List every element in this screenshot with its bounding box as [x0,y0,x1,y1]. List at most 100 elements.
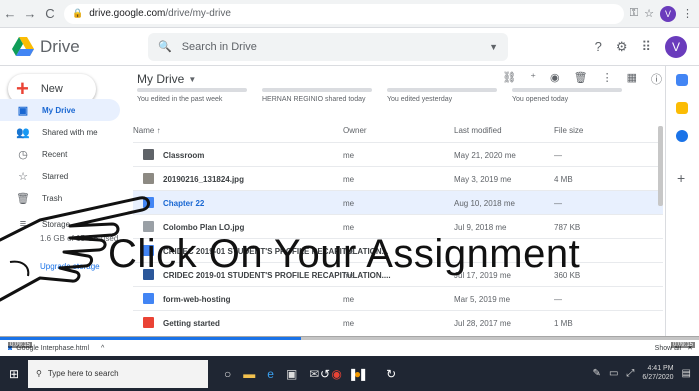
new-button-label: New [40,83,63,95]
info-icon[interactable]: ⓘ [651,71,662,87]
app-name: Drive [40,36,80,56]
reload-icon[interactable]: C [40,4,60,24]
quick-access-card[interactable]: You edited in the past week [137,88,247,106]
address-bar[interactable]: 🔒 drive.google.com /drive/my-drive [64,3,624,24]
file-owner: me [343,199,355,208]
tutorial-caption: Click On Your Assignment [108,232,581,276]
share-icon[interactable]: ⁺ [530,71,536,87]
bookmark-star-icon[interactable]: ☆ [644,7,654,20]
drive-header: Drive 🔍 Search in Drive ▼ ? ⚙ ⠿ V [0,28,699,66]
settings-icon[interactable]: ⚙ [616,39,628,55]
browser-toolbar: ← → C 🔒 drive.google.com /drive/my-drive… [0,0,699,28]
pen-icon[interactable]: ✎ [593,368,601,379]
quick-access-title-bar [137,88,247,92]
file-size: — [554,199,562,208]
lock-icon: 🔒 [72,8,84,18]
browser-menu-icon[interactable]: ⋮ [682,7,693,20]
sidebar-item-label: Shared with me [42,127,98,137]
file-owner: me [343,223,355,232]
taskbar-search-input[interactable]: ⚲ Type here to search [28,359,208,388]
add-addon-icon[interactable]: + [677,170,685,186]
sidebar-item-my-drive[interactable]: ▣ My Drive [0,99,120,121]
tasks-icon[interactable] [676,130,688,142]
forward-icon[interactable]: → [20,4,40,24]
size-column-header[interactable]: File size [554,126,583,135]
rewind-icon[interactable]: ↺ [320,367,330,381]
table-row[interactable]: 20190216_131824.jpg me May 3, 2019 me 4 MB [133,166,663,190]
search-placeholder: Search in Drive [181,40,257,53]
owner-column-header[interactable]: Owner [343,126,367,135]
scrollbar[interactable] [658,126,663,206]
quick-access-card[interactable]: You edited yesterday [387,88,497,106]
help-icon[interactable]: ? [595,39,602,54]
table-row[interactable]: form-web-hosting me Mar 5, 2019 me — [133,286,663,310]
search-input[interactable]: 🔍 Search in Drive ▼ [148,32,508,61]
clock-date: 6/27/2020 [642,373,674,381]
file-owner: me [343,151,355,160]
back-icon[interactable]: ← [0,4,20,24]
file-modified: May 3, 2019 me [454,175,512,184]
my-drive-icon: ▣ [17,104,29,117]
taskbar-search-placeholder: Type here to search [47,369,119,378]
store-icon[interactable]: ▣ [286,367,297,381]
pause-icon[interactable]: ❚❚ [348,367,368,381]
taskbar: ⊞ ⚲ Type here to search ○ ▬ e ▣ ✉ ◉ ● ↺ … [0,356,699,391]
captions-icon[interactable]: ▭ [609,368,618,379]
keep-icon[interactable] [676,102,688,114]
more-icon[interactable]: ⋮ [602,71,613,87]
name-column-header[interactable]: Name ↑ [133,126,161,135]
clock[interactable]: 4:41 PM 6/27/2020 [642,365,673,382]
task-view-icon[interactable]: ○ [224,367,231,381]
preview-icon[interactable]: ◉ [550,71,560,87]
mail-icon[interactable]: ✉ [309,367,319,381]
plus-icon: + [16,76,29,101]
drive-logo[interactable]: Drive [12,36,132,57]
quick-access-subtitle: You edited yesterday [387,96,453,103]
folder-icon [143,149,154,160]
downloads-bar: ◙ Google Interphase.html ^ Show all ✕ [0,340,699,356]
table-row[interactable]: Classroom me May 21, 2020 me — [133,142,663,166]
account-avatar[interactable]: V [665,35,687,58]
search-options-icon[interactable]: ▼ [489,42,498,52]
file-modified: Jul 9, 2018 me [454,223,507,232]
fullscreen-icon[interactable]: ⤢ [626,368,634,379]
key-icon[interactable]: ⚿ [630,7,638,20]
file-size: — [554,151,562,160]
apps-grid-icon[interactable]: ⠿ [641,39,651,55]
quick-access-subtitle: You edited in the past week [137,96,223,103]
file-owner: me [343,175,355,184]
delete-icon[interactable]: 🗑 [574,71,588,87]
quick-access-card[interactable]: You opened today [512,88,622,106]
table-row[interactable]: Chapter 22 me Aug 10, 2018 me — [133,190,663,214]
clock-time: 4:41 PM [647,365,674,373]
notification-icon[interactable]: ▤ [682,368,691,379]
quick-access-card[interactable]: HERNAN REGINIO shared today [262,88,372,106]
file-modified: May 21, 2020 me [454,151,516,160]
sidebar-item-recent[interactable]: ◷ Recent [0,143,125,165]
sidebar-item-label: Recent [42,149,68,159]
chevron-up-icon[interactable]: ^ [101,345,104,352]
forward-10-icon[interactable]: ↻ [386,367,396,381]
modified-column-header[interactable]: Last modified [454,126,502,135]
sidebar-item-shared-with-me[interactable]: 👥 Shared with me [0,121,125,143]
chevron-down-icon[interactable]: ▼ [188,75,196,84]
column-header: Name ↑ Owner Last modified File size [133,126,663,140]
browser-profile-avatar[interactable]: V [660,5,676,22]
search-icon: 🔍 [158,41,172,53]
file-size: 1 MB [554,319,573,328]
windows-start-icon[interactable]: ⊞ [0,356,28,391]
file-owner: me [343,295,355,304]
link-icon[interactable]: ⛓ [502,71,516,87]
calendar-icon[interactable] [676,74,688,86]
grid-view-icon[interactable]: ▦ [627,71,637,87]
file-size: 4 MB [554,175,573,184]
file-size: — [554,295,562,304]
side-panel: + [658,66,699,336]
page-title[interactable]: My Drive [137,72,184,86]
taskbar-search-icon: ⚲ [36,369,42,378]
video-time-left: 0:09:15 [8,342,33,348]
edge-icon[interactable]: e [267,367,274,381]
table-row[interactable]: Getting started me Jul 28, 2017 me 1 MB [133,310,663,334]
url-path: /drive/my-drive [165,8,231,19]
file-explorer-icon[interactable]: ▬ [243,367,255,381]
